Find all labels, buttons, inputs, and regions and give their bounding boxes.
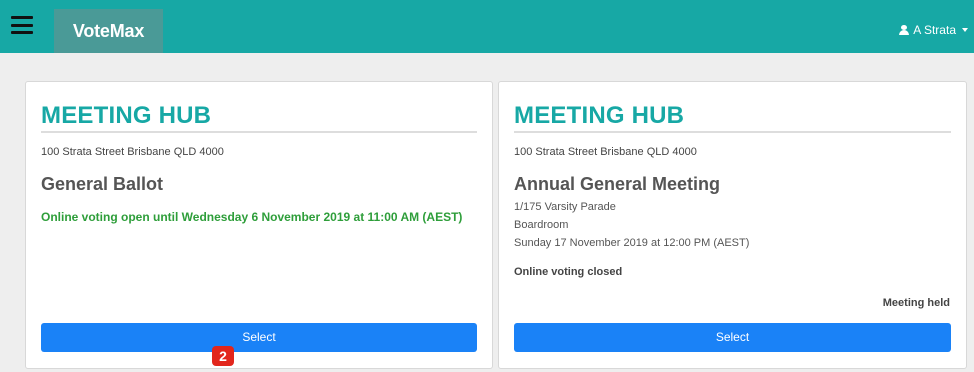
meeting-name: Annual General Meeting	[514, 174, 721, 194]
location-line-1: 1/175 Varsity Parade	[514, 201, 616, 213]
voting-status: Online voting open until Wednesday 6 Nov…	[41, 210, 463, 224]
user-menu[interactable]: A Strata	[899, 23, 968, 37]
menu-bar	[11, 16, 33, 19]
select-button[interactable]: Select	[41, 323, 477, 352]
meeting-card-agm: MEETING HUB 100 Strata Street Brisbane Q…	[498, 81, 967, 369]
title-divider	[514, 131, 951, 133]
select-button[interactable]: Select	[514, 323, 951, 352]
menu-bar	[11, 23, 33, 27]
step-badge: 2	[212, 346, 234, 366]
meeting-card-general-ballot: MEETING HUB 100 Strata Street Brisbane Q…	[25, 81, 493, 369]
caret-down-icon	[962, 28, 968, 32]
user-icon	[899, 25, 910, 35]
top-navbar: VoteMax A Strata	[0, 0, 974, 53]
card-title: MEETING HUB	[41, 102, 212, 129]
meeting-status: Meeting held	[882, 297, 950, 309]
card-title: MEETING HUB	[514, 102, 685, 129]
card-address: 100 Strata Street Brisbane QLD 4000	[41, 146, 224, 158]
voting-status: Online voting closed	[514, 266, 623, 278]
title-divider	[41, 131, 477, 133]
user-name: A Strata	[913, 23, 956, 37]
menu-bar	[11, 31, 33, 34]
meeting-datetime: Sunday 17 November 2019 at 12:00 PM (AES…	[514, 237, 750, 249]
card-address: 100 Strata Street Brisbane QLD 4000	[514, 146, 697, 158]
location-line-2: Boardroom	[514, 219, 569, 231]
brand-logo[interactable]: VoteMax	[54, 9, 163, 53]
hamburger-menu-icon[interactable]	[11, 14, 33, 36]
meeting-name: General Ballot	[41, 174, 164, 194]
